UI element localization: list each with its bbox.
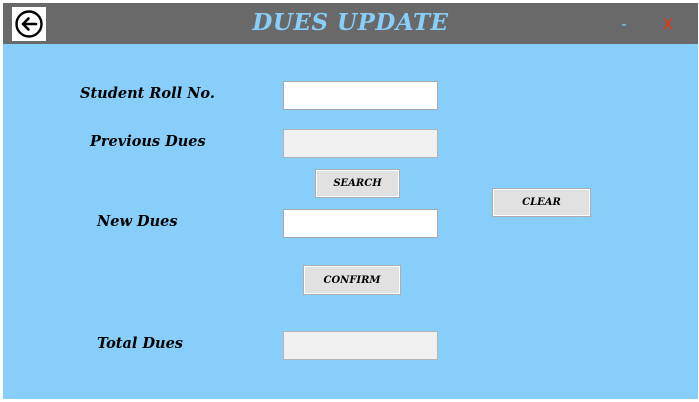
total-dues-field[interactable] <box>283 331 438 360</box>
minimize-button[interactable]: - <box>617 15 631 33</box>
student-roll-input[interactable] <box>283 81 438 110</box>
new-dues-label: New Dues <box>97 213 178 230</box>
total-dues-label: Total Dues <box>97 335 183 352</box>
title-bar: DUES UPDATE - X <box>3 3 698 44</box>
window-title: DUES UPDATE <box>252 9 449 36</box>
search-button[interactable]: SEARCH <box>315 169 400 198</box>
previous-dues-label: Previous Dues <box>90 133 206 150</box>
clear-button[interactable]: CLEAR <box>492 188 591 217</box>
dues-update-window: DUES UPDATE - X Student Roll No. Previou… <box>3 3 698 399</box>
close-button[interactable]: X <box>660 16 676 34</box>
previous-dues-field[interactable] <box>283 129 438 158</box>
confirm-button[interactable]: CONFIRM <box>303 265 401 295</box>
student-roll-label: Student Roll No. <box>80 85 215 102</box>
new-dues-input[interactable] <box>283 209 438 238</box>
